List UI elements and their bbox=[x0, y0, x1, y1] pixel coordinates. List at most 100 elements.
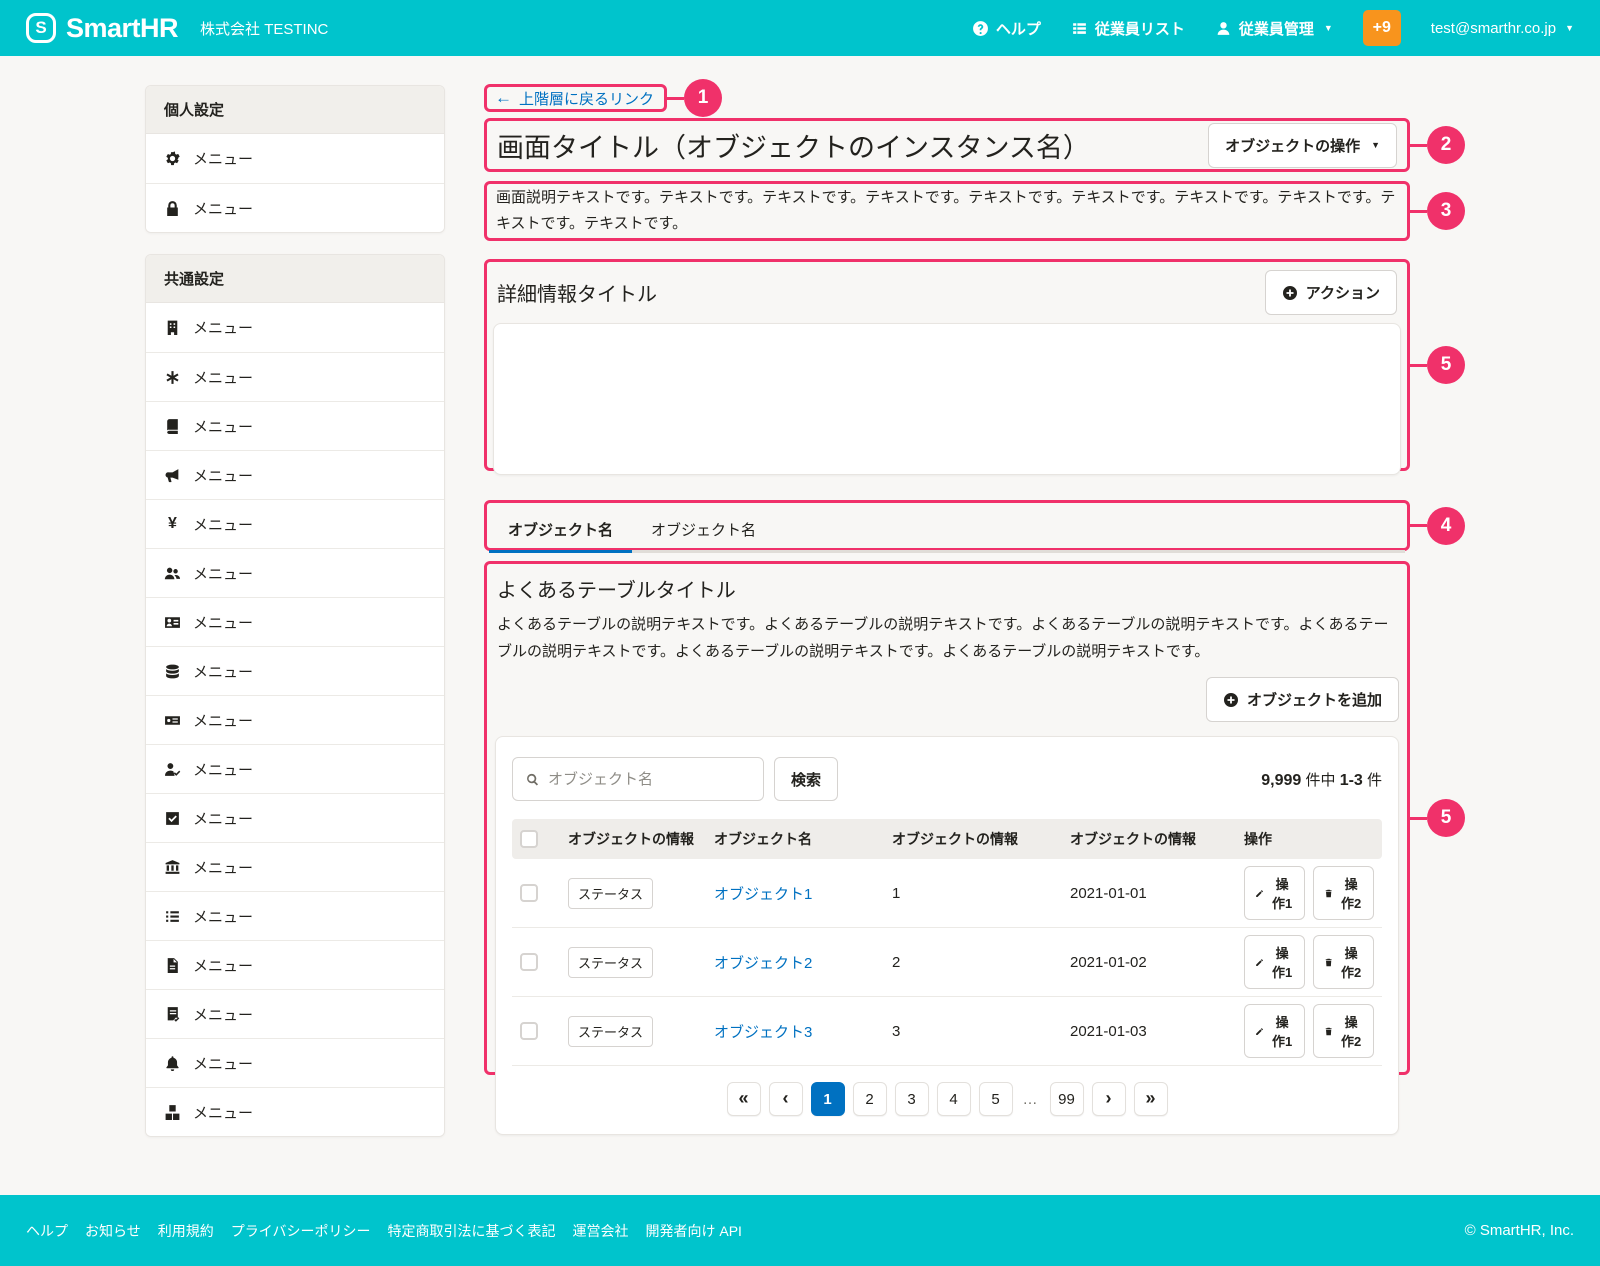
sidebar-item[interactable]: メニュー bbox=[146, 597, 444, 646]
column-header: オブジェクトの情報 bbox=[1062, 819, 1236, 859]
notification-count-badge[interactable]: +9 bbox=[1363, 10, 1401, 46]
annotation-number: 4 bbox=[1427, 507, 1465, 545]
footer-link-news[interactable]: お知らせ bbox=[85, 1221, 141, 1241]
edit-action-button[interactable]: 操作1 bbox=[1244, 866, 1305, 920]
help-nav-item[interactable]: ヘルプ bbox=[972, 18, 1041, 39]
footer-link-privacy[interactable]: プライバシーポリシー bbox=[231, 1221, 371, 1241]
sidebar-item[interactable]: メニュー bbox=[146, 1087, 444, 1136]
sidebar-section-title: 個人設定 bbox=[146, 86, 444, 134]
search-input[interactable] bbox=[548, 771, 751, 788]
header-nav: ヘルプ 従業員リスト 従業員管理 ▼ +9 test@smarthr.co.jp… bbox=[972, 10, 1574, 46]
annotation-line bbox=[1407, 144, 1427, 147]
sidebar-item[interactable]: メニュー bbox=[146, 450, 444, 499]
sidebar-item[interactable]: メニュー bbox=[146, 842, 444, 891]
pagination-page-3[interactable]: 3 bbox=[895, 1082, 929, 1116]
search-icon bbox=[525, 772, 540, 787]
tab-object-2[interactable]: オブジェクト名 bbox=[632, 510, 775, 550]
sidebar-item[interactable]: メニュー bbox=[146, 303, 444, 352]
sidebar-item[interactable]: メニュー bbox=[146, 695, 444, 744]
object-actions-button[interactable]: オブジェクトの操作 ▼ bbox=[1208, 123, 1397, 168]
object-table: オブジェクトの情報 オブジェクト名 オブジェクトの情報 オブジェクトの情報 操作… bbox=[512, 819, 1382, 1066]
annotation-number: 5 bbox=[1427, 346, 1465, 384]
edit-action-button[interactable]: 操作1 bbox=[1244, 1004, 1305, 1058]
clipboard-check-icon bbox=[164, 1006, 181, 1023]
footer-link-commerce-law[interactable]: 特定商取引法に基づく表記 bbox=[387, 1221, 555, 1241]
pagination-page-5[interactable]: 5 bbox=[979, 1082, 1013, 1116]
sidebar-item[interactable]: メニュー bbox=[146, 401, 444, 450]
footer-link-developer-api[interactable]: 開発者向け API bbox=[645, 1221, 741, 1241]
sidebar-item[interactable]: メニュー bbox=[146, 134, 444, 183]
employee-mgmt-label: 従業員管理 bbox=[1239, 18, 1314, 39]
delete-action-button[interactable]: 操作2 bbox=[1313, 866, 1374, 920]
sidebar-item[interactable]: メニュー bbox=[146, 940, 444, 989]
add-object-button[interactable]: オブジェクトを追加 bbox=[1206, 677, 1399, 722]
search-button[interactable]: 検索 bbox=[774, 757, 838, 801]
pagination-prev-button[interactable]: ‹ bbox=[769, 1082, 803, 1116]
action-button[interactable]: アクション bbox=[1265, 270, 1397, 315]
object-link[interactable]: オブジェクト2 bbox=[714, 955, 812, 972]
pagination-page-1[interactable]: 1 bbox=[811, 1082, 845, 1116]
sidebar-item[interactable]: メニュー bbox=[146, 989, 444, 1038]
pagination-page-4[interactable]: 4 bbox=[937, 1082, 971, 1116]
search-field bbox=[512, 757, 764, 801]
sidebar-item[interactable]: メニュー bbox=[146, 183, 444, 232]
edit-action-button[interactable]: 操作1 bbox=[1244, 935, 1305, 989]
sidebar-item[interactable]: メニュー bbox=[146, 352, 444, 401]
chevron-down-icon: ▼ bbox=[1371, 140, 1380, 150]
object-link[interactable]: オブジェクト1 bbox=[714, 886, 812, 903]
annotation-line bbox=[664, 97, 684, 100]
employee-mgmt-dropdown[interactable]: 従業員管理 ▼ bbox=[1215, 18, 1333, 39]
sidebar-item[interactable]: メニュー bbox=[146, 1038, 444, 1087]
row-checkbox[interactable] bbox=[520, 953, 538, 971]
app-footer: ヘルプ お知らせ 利用規約 プライバシーポリシー 特定商取引法に基づく表記 運営… bbox=[0, 1195, 1600, 1266]
select-all-checkbox[interactable] bbox=[520, 830, 538, 848]
pagination-first-button[interactable]: « bbox=[727, 1082, 761, 1116]
delete-action-button[interactable]: 操作2 bbox=[1313, 1004, 1374, 1058]
column-header: オブジェクトの情報 bbox=[560, 819, 706, 859]
arrow-left-icon: ← bbox=[495, 88, 512, 108]
object-info-cell: 2 bbox=[884, 928, 1062, 997]
table-section-title: よくあるテーブルタイトル bbox=[495, 572, 1399, 603]
file-icon bbox=[164, 957, 181, 974]
table-row: ステータス オブジェクト3 3 2021-01-03 操作1 操作2 bbox=[512, 997, 1382, 1066]
annotation-line bbox=[1407, 817, 1427, 820]
edit-action-label: 操作1 bbox=[1270, 943, 1294, 981]
annotation-marker-2: 2 bbox=[1407, 126, 1465, 164]
object-info-cell: 3 bbox=[884, 997, 1062, 1066]
check-square-icon bbox=[164, 810, 181, 827]
sidebar-item-label: メニュー bbox=[193, 1004, 253, 1025]
footer-link-operator[interactable]: 運営会社 bbox=[572, 1221, 628, 1241]
cubes-icon bbox=[164, 1104, 181, 1121]
pagination-next-button[interactable]: › bbox=[1092, 1082, 1126, 1116]
pagination: « ‹ 1 2 3 4 5 … 99 › » bbox=[512, 1082, 1382, 1116]
page-description: 画面説明テキストです。テキストです。テキストです。テキストです。テキストです。テ… bbox=[496, 185, 1398, 237]
sidebar-item[interactable]: メニュー bbox=[146, 646, 444, 695]
column-header: 操作 bbox=[1236, 819, 1382, 859]
search-row: 検索 9,999 件中 1-3 件 bbox=[512, 757, 1382, 801]
smarthr-logo[interactable]: S SmartHR bbox=[26, 13, 178, 44]
sidebar-item[interactable]: メニュー bbox=[146, 548, 444, 597]
help-icon bbox=[972, 20, 989, 37]
pagination-page-2[interactable]: 2 bbox=[853, 1082, 887, 1116]
pagination-page-99[interactable]: 99 bbox=[1050, 1082, 1084, 1116]
delete-action-button[interactable]: 操作2 bbox=[1313, 935, 1374, 989]
object-link[interactable]: オブジェクト3 bbox=[714, 1024, 812, 1041]
sidebar-item[interactable]: メニュー bbox=[146, 793, 444, 842]
account-dropdown[interactable]: test@smarthr.co.jp ▼ bbox=[1431, 20, 1574, 37]
trash-icon bbox=[1324, 1025, 1333, 1038]
back-to-parent-link[interactable]: ← 上階層に戻るリンク bbox=[495, 88, 654, 109]
sidebar-item[interactable]: ¥ メニュー bbox=[146, 499, 444, 548]
footer-link-help[interactable]: ヘルプ bbox=[26, 1221, 68, 1241]
row-checkbox[interactable] bbox=[520, 884, 538, 902]
tab-object-1[interactable]: オブジェクト名 bbox=[489, 510, 632, 550]
sidebar-item[interactable]: メニュー bbox=[146, 891, 444, 940]
footer-link-terms[interactable]: 利用規約 bbox=[158, 1221, 214, 1241]
employee-list-nav-item[interactable]: 従業員リスト bbox=[1071, 18, 1185, 39]
add-object-label: オブジェクトを追加 bbox=[1247, 689, 1382, 710]
pagination-last-button[interactable]: » bbox=[1134, 1082, 1168, 1116]
row-checkbox[interactable] bbox=[520, 1022, 538, 1040]
detail-panel-header: 詳細情報タイトル アクション bbox=[493, 268, 1401, 323]
sidebar-item[interactable]: メニュー bbox=[146, 744, 444, 793]
status-badge: ステータス bbox=[568, 1016, 653, 1047]
money-check-icon bbox=[164, 712, 181, 729]
